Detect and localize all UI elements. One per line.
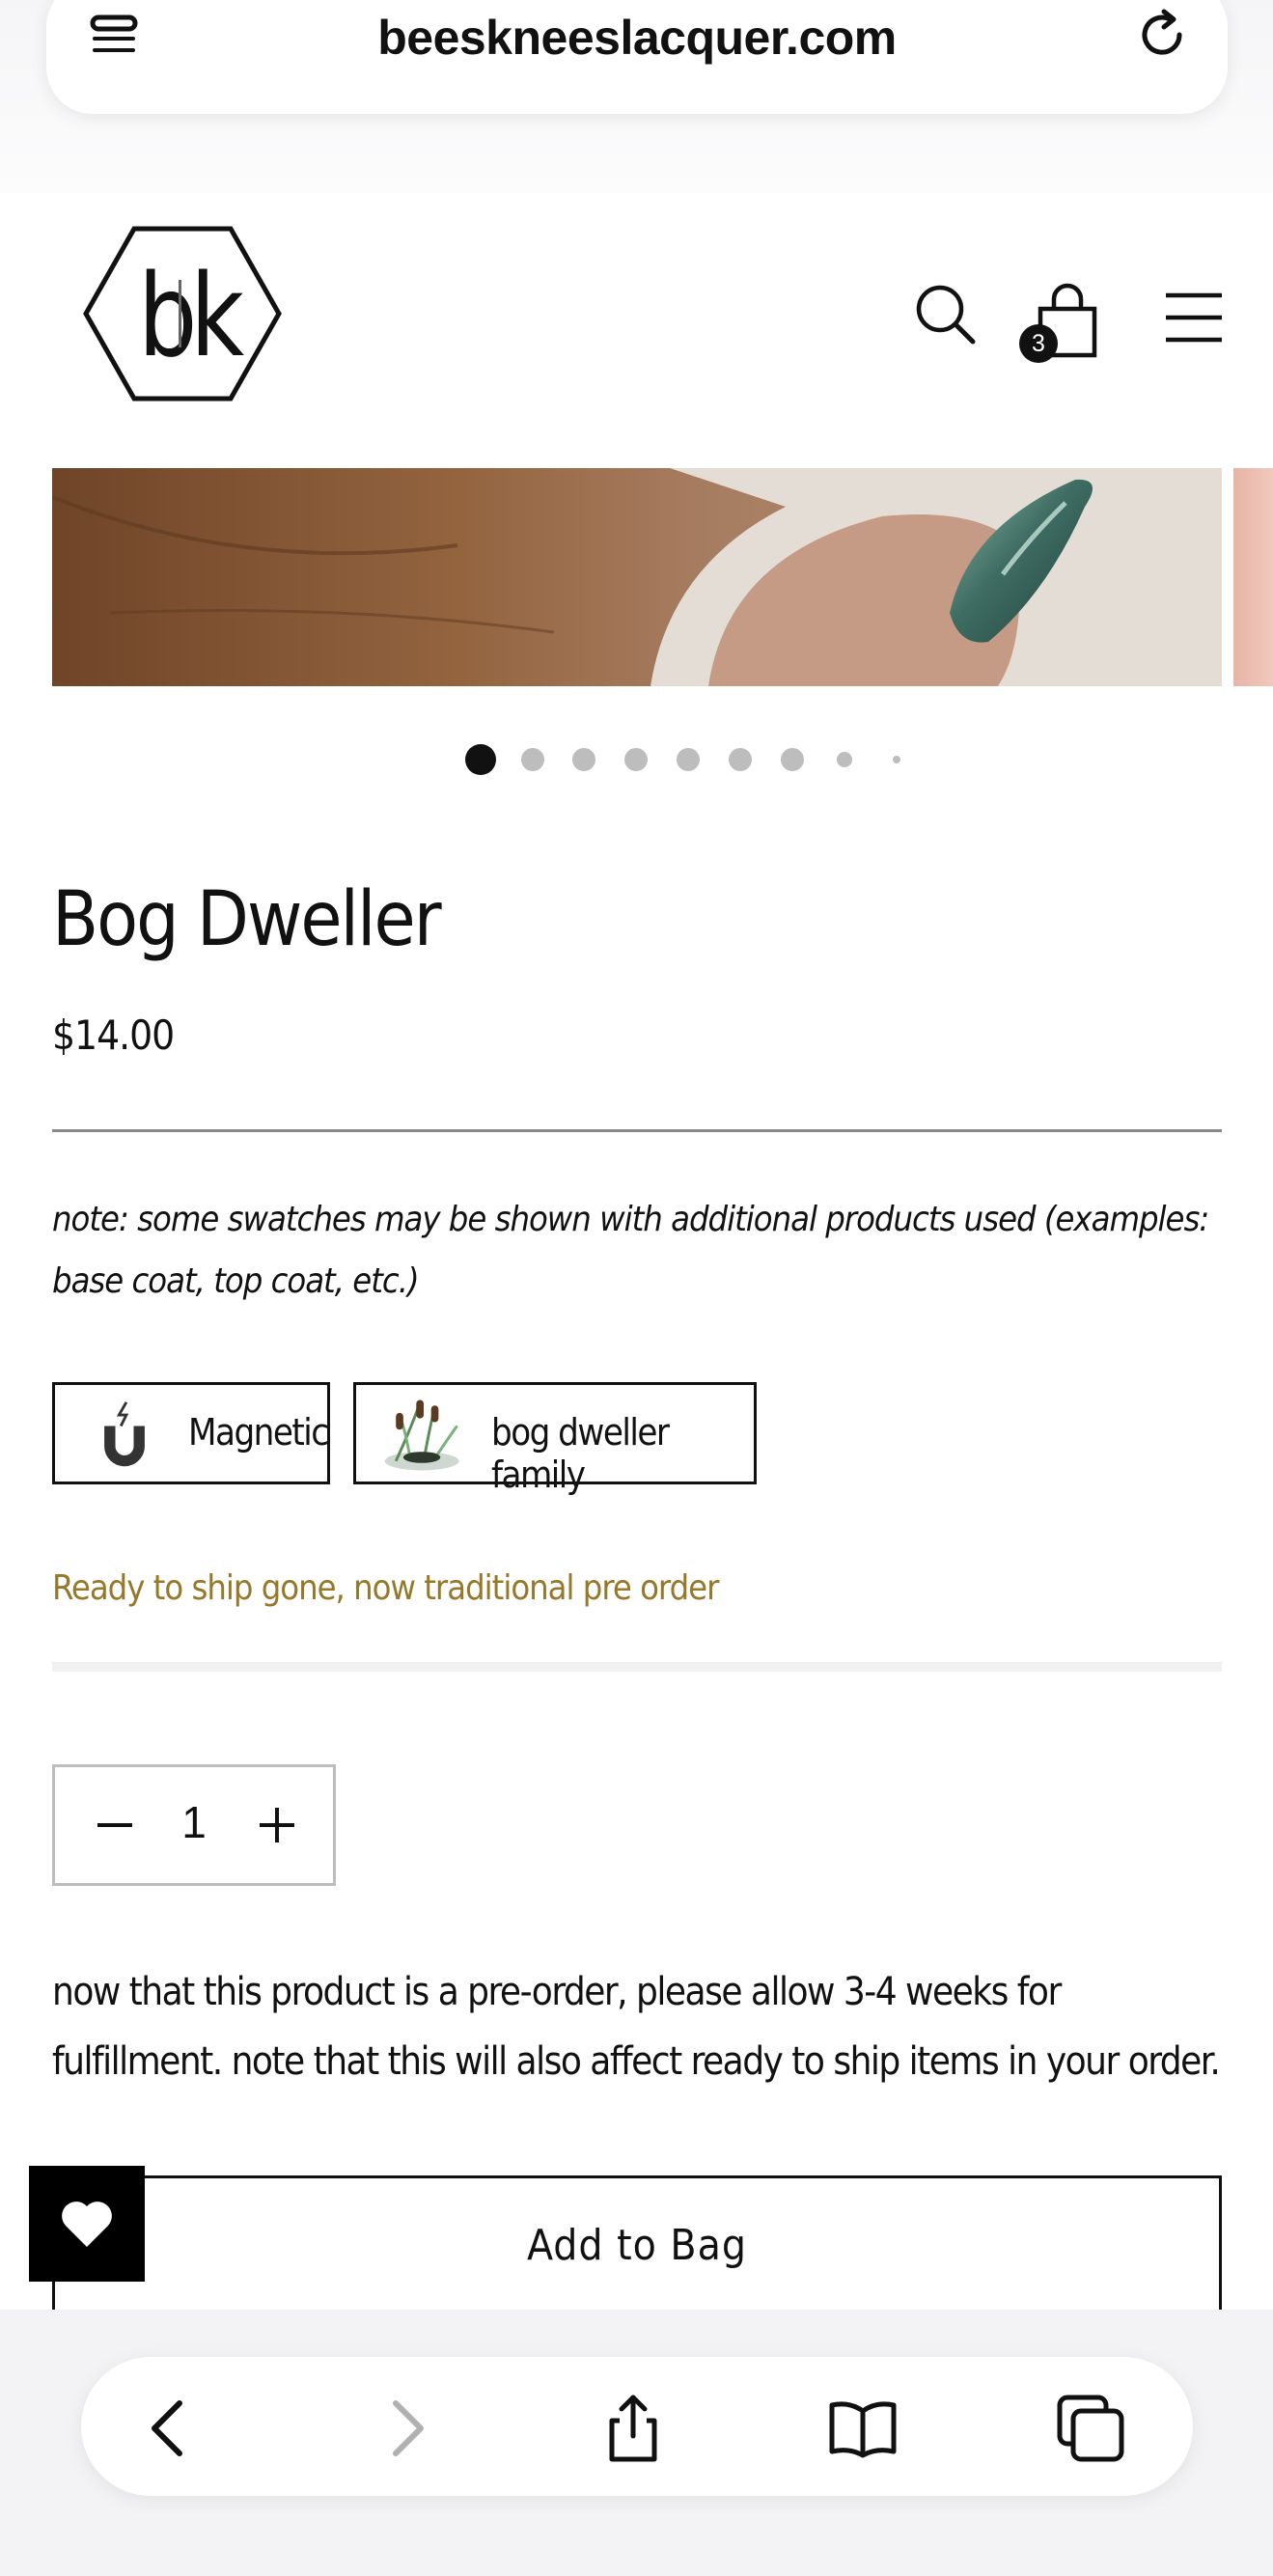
forward-icon[interactable] xyxy=(369,2392,442,2465)
hamburger-menu-icon[interactable] xyxy=(1164,288,1224,347)
gallery-pagination xyxy=(0,741,1273,776)
address-bar[interactable]: beeskneeslacquer.com xyxy=(46,0,1228,114)
pagination-dot[interactable] xyxy=(572,748,595,771)
pagination-dot[interactable] xyxy=(624,748,648,771)
pagination-dot[interactable] xyxy=(837,752,852,767)
variant-magnetic[interactable]: Magnetic xyxy=(52,1382,330,1484)
back-icon[interactable] xyxy=(133,2392,207,2465)
divider xyxy=(52,1662,1222,1672)
pagination-dot[interactable] xyxy=(521,748,544,771)
pagination-dot[interactable] xyxy=(893,756,900,763)
product-title: Bog Dweller xyxy=(52,876,442,963)
wishlist-button[interactable] xyxy=(29,2166,145,2282)
store-logo[interactable]: b k xyxy=(81,224,284,403)
pagination-dot[interactable] xyxy=(781,748,804,771)
reload-icon[interactable] xyxy=(1133,6,1191,64)
pagination-dot-active[interactable] xyxy=(465,744,496,775)
cattail-marsh-icon xyxy=(384,1399,459,1471)
search-icon[interactable] xyxy=(913,282,977,346)
product-price: $14.00 xyxy=(52,1011,175,1059)
pagination-dot[interactable] xyxy=(729,748,752,771)
divider xyxy=(52,1129,1222,1132)
heart-icon xyxy=(62,2202,112,2247)
product-photo-nail xyxy=(52,468,1222,686)
availability-status: Ready to ship gone, now traditional pre … xyxy=(52,1568,719,1608)
variant-bog-dweller-family[interactable]: bog dweller family xyxy=(353,1382,757,1496)
variant-label: Magnetic xyxy=(188,1411,329,1454)
plus-icon[interactable] xyxy=(246,1794,308,1856)
share-icon[interactable] xyxy=(596,2392,670,2465)
preorder-info: now that this product is a pre-order, pl… xyxy=(52,1970,1221,2084)
product-image[interactable] xyxy=(52,468,1222,686)
cart-count-badge[interactable]: 3 xyxy=(1019,324,1058,363)
svg-text:b: b xyxy=(138,251,197,383)
url-text[interactable]: beeskneeslacquer.com xyxy=(46,10,1228,66)
bookmarks-icon[interactable] xyxy=(826,2392,899,2465)
variant-label: bog dweller family xyxy=(491,1411,670,1496)
quantity-stepper: 1 xyxy=(52,1764,336,1886)
add-to-bag-label: Add to Bag xyxy=(527,2221,747,2270)
magnet-icon xyxy=(104,1401,145,1467)
pagination-dot[interactable] xyxy=(677,748,700,771)
svg-text:k: k xyxy=(190,251,244,383)
swatch-note: note: some swatches may be shown with ad… xyxy=(52,1200,1209,1301)
next-image-peek[interactable] xyxy=(1233,468,1273,686)
add-to-bag-button[interactable]: Add to Bag xyxy=(52,2175,1222,2320)
tabs-icon[interactable] xyxy=(1054,2392,1127,2465)
browser-top-bar: beeskneeslacquer.com xyxy=(0,0,1273,193)
